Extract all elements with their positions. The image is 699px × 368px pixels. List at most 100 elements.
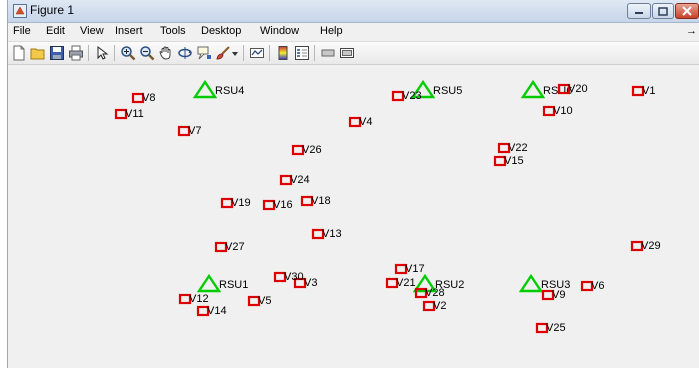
rsu-marker-rsu4: RSU4 bbox=[192, 79, 244, 99]
minimize-button[interactable] bbox=[627, 3, 651, 19]
edit-plot-icon[interactable] bbox=[94, 45, 110, 61]
menu-dock-arrow-icon[interactable]: → bbox=[686, 25, 697, 37]
toolbar-separator bbox=[269, 45, 270, 61]
vehicle-label: V22 bbox=[508, 142, 528, 154]
brush-dropdown-icon[interactable] bbox=[231, 45, 239, 61]
vehicle-marker-v18: V18 bbox=[300, 195, 331, 207]
vehicle-label: V7 bbox=[188, 125, 201, 137]
vehicle-label: V15 bbox=[504, 155, 524, 167]
rsu-triangle bbox=[192, 79, 218, 99]
vehicle-label: V13 bbox=[322, 228, 342, 240]
vehicle-label: V16 bbox=[273, 199, 293, 211]
menu-desktop[interactable]: Desktop bbox=[201, 25, 241, 37]
vehicle-label: V6 bbox=[591, 280, 604, 292]
vehicle-marker-v24: V24 bbox=[279, 174, 310, 186]
vehicle-marker-v13: V13 bbox=[311, 228, 342, 240]
vehicle-marker-v26: V26 bbox=[291, 144, 322, 156]
vehicle-label: V10 bbox=[553, 105, 573, 117]
menu-view[interactable]: View bbox=[80, 25, 104, 37]
toolbar-separator bbox=[243, 45, 244, 61]
rsu-label: RSU4 bbox=[215, 85, 244, 97]
toolbar-separator bbox=[88, 45, 89, 61]
title-bar[interactable]: Figure 1 bbox=[8, 0, 699, 23]
vehicle-marker-v5: V5 bbox=[247, 295, 271, 307]
legend-icon[interactable] bbox=[294, 45, 310, 61]
link-plot-icon[interactable] bbox=[249, 45, 265, 61]
menu-window[interactable]: Window bbox=[260, 25, 299, 37]
vehicle-label: V21 bbox=[396, 277, 416, 289]
save-icon[interactable] bbox=[49, 45, 65, 61]
vehicle-label: V11 bbox=[125, 108, 144, 120]
vehicle-marker-v29: V29 bbox=[630, 240, 661, 252]
figure-toolbar bbox=[8, 41, 699, 65]
menu-help[interactable]: Help bbox=[320, 25, 343, 37]
vehicle-label: V29 bbox=[641, 240, 661, 252]
vehicle-label: V25 bbox=[546, 322, 566, 334]
show-plot-tools-icon[interactable] bbox=[339, 45, 355, 61]
vehicle-marker-v6: V6 bbox=[580, 280, 604, 292]
vehicle-label: V23 bbox=[402, 90, 422, 102]
rotate-3d-icon[interactable] bbox=[177, 45, 193, 61]
print-icon[interactable] bbox=[68, 45, 84, 61]
window-title: Figure 1 bbox=[30, 3, 75, 17]
vehicle-marker-v23: V23 bbox=[391, 90, 422, 102]
rsu-label: RSU5 bbox=[433, 85, 462, 97]
new-figure-icon[interactable] bbox=[11, 45, 27, 61]
hide-plot-tools-icon[interactable] bbox=[320, 45, 336, 61]
open-file-icon[interactable] bbox=[30, 45, 46, 61]
rsu-label: RSU1 bbox=[219, 279, 248, 291]
vehicle-marker-v8: V8 bbox=[131, 92, 155, 104]
vehicle-label: V24 bbox=[290, 174, 310, 186]
vehicle-marker-v9: V9 bbox=[541, 289, 565, 301]
rsu-triangle bbox=[520, 79, 546, 99]
vehicle-label: V4 bbox=[359, 116, 372, 128]
close-button[interactable] bbox=[675, 3, 699, 19]
maximize-button[interactable] bbox=[652, 3, 674, 19]
vehicle-marker-v14: V14 bbox=[196, 305, 227, 317]
vehicle-label: V8 bbox=[142, 92, 155, 104]
menu-tools[interactable]: Tools bbox=[160, 25, 186, 37]
vehicle-marker-v30: V30 bbox=[273, 271, 304, 283]
vehicle-label: V1 bbox=[642, 85, 655, 97]
vehicle-label: V2 bbox=[433, 300, 446, 312]
brush-icon[interactable] bbox=[215, 45, 231, 61]
colorbar-icon[interactable] bbox=[275, 45, 291, 61]
rsu-triangle bbox=[518, 273, 544, 293]
zoom-out-icon[interactable] bbox=[139, 45, 155, 61]
vehicle-label: V9 bbox=[552, 289, 565, 301]
zoom-in-icon[interactable] bbox=[120, 45, 136, 61]
maximize-icon bbox=[658, 6, 668, 16]
vehicle-marker-v25: V25 bbox=[535, 322, 566, 334]
menu-file[interactable]: File bbox=[13, 25, 31, 37]
pan-icon[interactable] bbox=[158, 45, 174, 61]
menu-insert[interactable]: Insert bbox=[115, 25, 143, 37]
vehicle-marker-v4: V4 bbox=[348, 116, 372, 128]
vehicle-label: V17 bbox=[405, 263, 425, 275]
vehicle-label: V27 bbox=[225, 241, 245, 253]
vehicle-marker-v11: V11 bbox=[114, 108, 144, 120]
vehicle-marker-v28: V28 bbox=[414, 287, 445, 299]
vehicle-label: V26 bbox=[302, 144, 322, 156]
close-icon bbox=[682, 6, 692, 16]
vehicle-marker-v1: V1 bbox=[631, 85, 655, 97]
vehicle-marker-v22: V22 bbox=[497, 142, 528, 154]
vehicle-label: V28 bbox=[425, 287, 445, 299]
matlab-figure-icon bbox=[13, 4, 27, 18]
vehicle-marker-v7: V7 bbox=[177, 125, 201, 137]
vehicle-label: V20 bbox=[568, 83, 588, 95]
vehicle-label: V14 bbox=[207, 305, 227, 317]
menu-edit[interactable]: Edit bbox=[46, 25, 65, 37]
vehicle-label: V12 bbox=[189, 293, 209, 305]
vehicle-marker-v16: V16 bbox=[262, 199, 293, 211]
toolbar-separator bbox=[114, 45, 115, 61]
data-cursor-icon[interactable] bbox=[196, 45, 212, 61]
vehicle-marker-v10: V10 bbox=[542, 105, 573, 117]
menu-bar: File Edit View Insert Tools Desktop Wind… bbox=[8, 23, 699, 41]
vehicle-label: V5 bbox=[258, 295, 271, 307]
vehicle-label: V19 bbox=[231, 197, 251, 209]
scatter-plot-area[interactable]: RSU4 RSU5 RSU6RSU1 RSU2 RSU3V1V2V3V4V5V6V7V8… bbox=[8, 64, 699, 368]
vehicle-marker-v17: V17 bbox=[394, 263, 425, 275]
toolbar-separator bbox=[314, 45, 315, 61]
vehicle-marker-v21: V21 bbox=[385, 277, 416, 289]
rsu-triangle bbox=[196, 273, 222, 293]
